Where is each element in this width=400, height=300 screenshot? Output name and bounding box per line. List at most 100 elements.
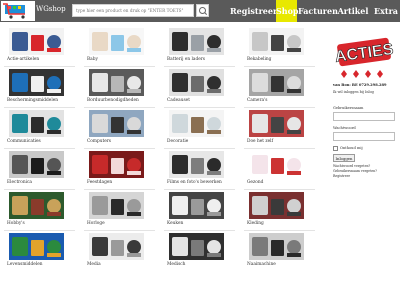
row-divider: [244, 107, 315, 108]
category-label[interactable]: Actie-artikelen: [7, 57, 39, 62]
media-icon: [89, 233, 144, 260]
category-card[interactable]: Batterij en laders: [164, 28, 235, 66]
gift-icon: [169, 69, 224, 96]
acties-logo: ACTIES: [331, 30, 397, 80]
health-icon: [249, 151, 304, 178]
category-label[interactable]: Baby: [87, 57, 98, 62]
category-card[interactable]: Levensmiddelen: [4, 233, 75, 271]
category-label[interactable]: Batterij en laders: [167, 57, 205, 62]
category-card[interactable]: Borduurbenodigdheden: [84, 69, 155, 107]
camera-icon: [249, 69, 304, 96]
clothing-icon: [249, 192, 304, 219]
category-label[interactable]: Electronica: [7, 180, 32, 185]
category-card[interactable]: Gezond: [244, 151, 315, 189]
category-card[interactable]: Kleding: [244, 192, 315, 230]
category-label[interactable]: Decoratie: [167, 139, 188, 144]
category-card[interactable]: Camera's: [244, 69, 315, 107]
password-label: Wachtwoord: [333, 126, 356, 130]
row-divider: [84, 107, 155, 108]
username-label: Gebruikersnaam: [333, 106, 364, 110]
category-card[interactable]: Medisch: [164, 233, 235, 271]
category-label[interactable]: Bekabeling: [247, 57, 271, 62]
forgot-password-link[interactable]: Wachtwoord vergeten?: [333, 164, 370, 168]
electronics-icon: [9, 151, 64, 178]
category-card[interactable]: Horloge: [84, 192, 155, 230]
category-label[interactable]: Doe het zelf: [247, 139, 273, 144]
row-divider: [164, 148, 235, 149]
category-card[interactable]: Keuken: [164, 192, 235, 230]
category-label[interactable]: Naaimachine: [247, 262, 276, 267]
phone-case-icon: [9, 69, 64, 96]
baby-icon: [89, 28, 144, 55]
shop-name: WGshop: [36, 5, 66, 13]
category-card[interactable]: Actie-artikelen: [4, 28, 75, 66]
category-card[interactable]: Films en foto's bewerken: [164, 151, 235, 189]
sale-icon: [9, 28, 64, 55]
category-card[interactable]: Computers: [84, 110, 155, 148]
category-card[interactable]: Decoratie: [164, 110, 235, 148]
nav-artikel[interactable]: Artikel ?: [336, 0, 370, 38]
category-card[interactable]: Cadeauset: [164, 69, 235, 107]
category-label[interactable]: Cadeauset: [167, 98, 190, 103]
category-label[interactable]: Gezond: [247, 180, 263, 185]
category-card[interactable]: Media: [84, 233, 155, 271]
category-label[interactable]: Camera's: [247, 98, 267, 103]
category-label[interactable]: Feestdagen: [87, 180, 112, 185]
chat-icon: [9, 110, 64, 137]
row-divider: [4, 148, 75, 149]
category-label[interactable]: Communicaties: [7, 139, 41, 144]
category-label[interactable]: Keuken: [167, 221, 183, 226]
category-card[interactable]: Feestdagen: [84, 151, 155, 189]
category-label[interactable]: Films en foto's bewerken: [167, 180, 222, 185]
category-label[interactable]: Horloge: [87, 221, 105, 226]
category-label[interactable]: Borduurbenodigdheden: [87, 98, 139, 103]
username-input[interactable]: [333, 112, 395, 121]
category-card[interactable]: Beschermingsmiddelen: [4, 69, 75, 107]
row-divider: [4, 66, 75, 67]
row-divider: [164, 66, 235, 67]
login-hint-link[interactable]: Ik wil inloggen bij Inlog: [333, 90, 374, 94]
category-card[interactable]: Communicaties: [4, 110, 75, 148]
row-divider: [244, 148, 315, 149]
category-label[interactable]: Media: [87, 262, 101, 267]
category-card[interactable]: Naaimachine: [244, 233, 315, 271]
nav-facturen[interactable]: Facturen: [298, 0, 338, 22]
category-label[interactable]: Hobby's: [7, 221, 25, 226]
remember-me-checkbox[interactable]: [333, 146, 338, 151]
category-label[interactable]: Levensmiddelen: [7, 262, 43, 267]
row-divider: [84, 189, 155, 190]
party-icon: [89, 151, 144, 178]
nav-extra[interactable]: Extra: [372, 0, 400, 22]
register-link[interactable]: Registreer: [333, 174, 350, 178]
remember-me-label: Onthoud mij: [340, 146, 363, 150]
sewing-icon: [89, 69, 144, 96]
nav-registreer[interactable]: Registreer: [230, 0, 277, 22]
forgot-username-link[interactable]: Gebruikersnaam vergeten?: [333, 169, 377, 173]
category-label[interactable]: Beschermingsmiddelen: [7, 98, 58, 103]
category-label[interactable]: Computers: [87, 139, 111, 144]
shop-logo[interactable]: [1, 1, 35, 21]
search-input[interactable]: [72, 4, 194, 17]
film-icon: [169, 151, 224, 178]
search-icon[interactable]: [196, 4, 209, 17]
battery-icon: [169, 28, 224, 55]
category-card[interactable]: Doe het zelf: [244, 110, 315, 148]
sewing-machine-icon: [249, 233, 304, 260]
category-card[interactable]: Bekabeling: [244, 28, 315, 66]
row-divider: [244, 230, 315, 231]
nav-shop[interactable]: Shop: [276, 0, 299, 22]
login-button[interactable]: Inloggen: [333, 154, 355, 162]
category-label[interactable]: Medisch: [167, 262, 185, 267]
row-divider: [84, 66, 155, 67]
row-divider: [4, 230, 75, 231]
password-input[interactable]: [333, 132, 395, 141]
medical-icon: [169, 233, 224, 260]
category-card[interactable]: Hobby's: [4, 192, 75, 230]
category-card[interactable]: Electronica: [4, 151, 75, 189]
sidebar: ACTIES van Bon: BE 0729.298.289 Ik wil i…: [328, 30, 400, 190]
row-divider: [84, 148, 155, 149]
kitchen-icon: [169, 192, 224, 219]
category-card[interactable]: Baby: [84, 28, 155, 66]
category-label[interactable]: Kleding: [247, 221, 264, 226]
hobby-icon: [9, 192, 64, 219]
